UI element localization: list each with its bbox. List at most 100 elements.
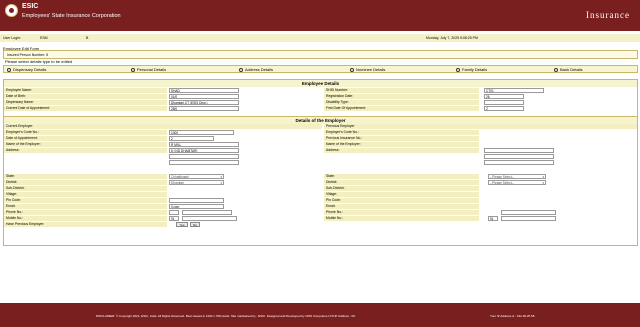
current-date-appointment-field[interactable]: 28/0 — [169, 106, 239, 111]
label-prev-employer-code: Employer's Code No.: — [324, 130, 479, 136]
date-of-birth-field[interactable]: 01/0 — [169, 94, 239, 99]
prev-employer-address-line2[interactable] — [484, 154, 554, 159]
email-field[interactable]: ll com — [169, 204, 224, 209]
radio-button-icon[interactable] — [456, 67, 460, 72]
label-current-date-appointment: Current Date of Appointment: — [4, 106, 167, 112]
dispensary-name-field[interactable]: Dhamtari,CT (ESIS Disp.) — [169, 100, 239, 105]
state-select[interactable]: Chhattisgarh — [169, 174, 224, 179]
label-prev-mobile: Mobile No.: — [324, 216, 479, 222]
radio-label: Address Details — [245, 67, 274, 72]
select-note: Please select details type to be edited — [5, 59, 73, 64]
label-phone: Phone No.: — [4, 210, 167, 216]
current-datetime: Monday, July 7, 2025 5:08:25 PM — [426, 36, 478, 40]
radio-bank-details[interactable]: Bank Details — [554, 67, 582, 72]
prev-state-select[interactable]: --Please Select-- — [488, 174, 546, 179]
current-employer-title: Current Employer — [4, 124, 322, 130]
radio-button-icon[interactable] — [554, 67, 558, 72]
label-date-of-appointment: Date of Appointment: — [4, 136, 167, 142]
employee-details-section: Employee Details Employee Name: SHAD Dat… — [3, 79, 638, 117]
brand-title: ESIC — [22, 3, 39, 10]
label-employer-name: Name of the Employer: — [4, 142, 167, 148]
employer-address-line3[interactable] — [169, 160, 239, 165]
app-header: ESIC Employees' State Insurance Corporat… — [0, 0, 640, 31]
radio-button-icon[interactable] — [350, 67, 354, 72]
prev-mobile-field[interactable] — [501, 216, 556, 221]
shid-number-field[interactable]: CT01 — [484, 88, 544, 93]
radio-button-icon[interactable] — [7, 67, 11, 72]
employer-address-line1[interactable]: 5 I ND DHAMTARI — [169, 148, 239, 153]
label-shid-number: SHID Number: — [324, 88, 479, 94]
radio-nominee-details[interactable]: Nominee Details — [350, 67, 385, 72]
page-footer: DISCLAIMER: © Copyright 2021, ESIC, Indi… — [0, 303, 640, 327]
label-date-of-birth: Date of Birth: — [4, 94, 167, 100]
radio-button-icon[interactable] — [239, 67, 243, 72]
label-prev-district: District: — [324, 180, 479, 186]
user-bar: User Login: ESM B Monday, July 7, 2025 5… — [0, 34, 640, 42]
label-prev-insurance-no: Previous Insurance No.: — [324, 136, 479, 142]
radio-label: Family Details — [462, 67, 488, 72]
mobile-field[interactable] — [182, 216, 237, 221]
label-prev-employer-name: Name of the Employer: — [324, 142, 479, 148]
prev-employer-address-line1[interactable] — [484, 148, 554, 153]
label-have-previous-employer: Have Previous Employer: — [4, 222, 167, 228]
prev-district-select[interactable]: --Please Select-- — [488, 180, 546, 185]
label-prev-state: State: — [324, 174, 479, 180]
label-mobile: Mobile No.: — [4, 216, 167, 222]
radio-label: Personal Details — [137, 67, 167, 72]
label-sub-district: Sub-District: — [4, 186, 167, 192]
prev-mobile-prefix-field[interactable]: 91 — [488, 216, 498, 221]
label-email: Email: — [4, 204, 167, 210]
radio-button-icon[interactable] — [131, 67, 135, 72]
first-date-appointment-field[interactable]: 2 — [484, 106, 524, 111]
label-prev-email: Email: — [324, 204, 479, 210]
mobile-prefix-field[interactable]: 91 — [169, 216, 179, 221]
label-dispensary-name: Dispensary Name: — [4, 100, 167, 106]
footer-disclaimer: DISCLAIMER: © Copyright 2021, ESIC, Indi… — [96, 314, 356, 318]
radio-label: Dispensary Details — [13, 67, 47, 72]
have-previous-no[interactable]: No — [190, 222, 200, 227]
label-district: District: — [4, 180, 167, 186]
radio-family-details[interactable]: Family Details — [456, 67, 487, 72]
radio-personal-details[interactable]: Personal Details — [131, 67, 166, 72]
date-of-appointment-field[interactable]: 2 — [169, 136, 214, 141]
employer-code-field[interactable]: 1000 — [169, 130, 234, 135]
label-prev-pin-code: Pin Code: — [324, 198, 479, 204]
employer-details-section: Details of the Employer Current Employer… — [3, 116, 638, 246]
brand-subtitle: Employees' State Insurance Corporation — [22, 13, 121, 19]
radio-address-details[interactable]: Address Details — [239, 67, 273, 72]
employee-name-field[interactable]: SHAD — [169, 88, 239, 93]
label-prev-phone: Phone No.: — [324, 210, 479, 216]
have-previous-yes[interactable]: Yes — [176, 222, 188, 227]
employee-details-heading: Employee Details — [4, 80, 637, 87]
prev-phone-field[interactable] — [501, 210, 556, 215]
label-prev-village: Village: — [324, 192, 479, 198]
ip-number-box: Insured Person Number: 5 — [3, 50, 638, 59]
disability-type-field[interactable] — [484, 100, 524, 105]
label-prev-sub-district: Sub-District: — [324, 186, 479, 192]
label-first-date-appointment: First Date Of Appointment: — [324, 106, 479, 112]
phone-std-field[interactable] — [169, 210, 179, 215]
label-registration-date: Registration Date: — [324, 94, 479, 100]
employer-name-field[interactable]: R MILL — [169, 142, 239, 147]
label-state: State: — [4, 174, 167, 180]
radio-label: Bank Details — [560, 67, 583, 72]
user-login-label: User Login: — [3, 36, 21, 40]
esic-logo-icon — [5, 4, 18, 17]
district-select[interactable]: Dhamtari — [169, 180, 224, 185]
radio-label: Nominee Details — [356, 67, 386, 72]
registration-date-field[interactable]: 26 — [484, 94, 524, 99]
phone-field[interactable] — [182, 210, 232, 215]
label-employer-code: Employer's Code No.: — [4, 130, 167, 136]
label-employee-name: Employee Name: — [4, 88, 167, 94]
prev-employer-address-line3[interactable] — [484, 160, 554, 165]
pin-code-field[interactable] — [169, 198, 224, 203]
ip-number-label: Insured Person Number: 5 — [7, 53, 49, 57]
label-employer-address: Address: — [4, 148, 167, 154]
radio-dispensary-details[interactable]: Dispensary Details — [7, 67, 46, 72]
label-pin-code: Pin Code: — [4, 198, 167, 204]
label-village: Village: — [4, 192, 167, 198]
employer-address-line2[interactable] — [169, 154, 239, 159]
previous-employer-title: Previous Employer — [324, 124, 637, 130]
user-id-suffix: B — [86, 36, 89, 40]
footer-ip-address: Your IP Address is : 192.00.25.58 — [490, 314, 535, 318]
